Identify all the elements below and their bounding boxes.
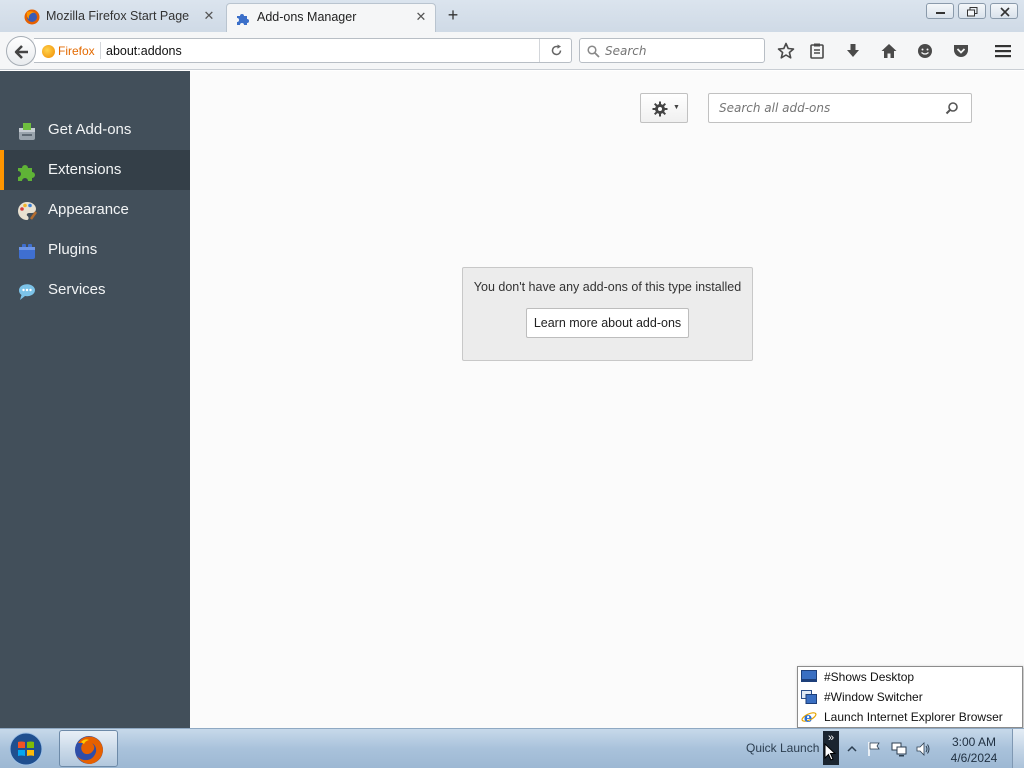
minimize-icon [936, 12, 945, 14]
addons-search-box[interactable] [708, 93, 972, 123]
clock-time: 3:00 AM [951, 735, 997, 749]
tab-addons-manager[interactable]: Add-ons Manager ✕ [226, 3, 436, 32]
firefox-icon [24, 9, 40, 25]
pocket-button[interactable] [951, 41, 971, 61]
downloads-button[interactable] [843, 41, 863, 61]
navigation-toolbar: Firefox about:addons [0, 32, 1024, 70]
url-bar[interactable]: Firefox about:addons [34, 38, 572, 63]
category-get-addons[interactable]: Get Add-ons [0, 110, 190, 150]
tab-label: Mozilla Firefox Start Page [46, 9, 190, 23]
mouse-cursor-icon [824, 743, 837, 761]
quick-launch-item-label: #Shows Desktop [824, 670, 915, 684]
tab-strip: Mozilla Firefox Start Page ✕ Add-ons Man… [0, 0, 1024, 32]
restore-button[interactable] [958, 3, 986, 19]
bookmarks-menu-button[interactable] [807, 41, 827, 61]
tab-firefox-start-page[interactable]: Mozilla Firefox Start Page ✕ [0, 3, 226, 30]
extensions-puzzle-icon [18, 165, 35, 181]
quick-launch-menu: #Shows Desktop #Window Switcher e Launch… [797, 666, 1023, 728]
firefox-identity-icon [42, 44, 55, 58]
category-label: Services [48, 281, 106, 298]
search-input[interactable] [605, 42, 755, 59]
quick-launch-item-window-switcher[interactable]: #Window Switcher [798, 687, 1022, 707]
plugins-brick-icon [19, 244, 35, 259]
puzzle-piece-icon [237, 14, 249, 25]
firefox-icon [75, 736, 103, 764]
reload-icon [551, 44, 562, 56]
category-label: Appearance [48, 201, 129, 218]
action-center-flag-icon[interactable] [866, 741, 882, 757]
taskbar-firefox-button[interactable] [59, 730, 118, 767]
close-tab-icon[interactable]: ✕ [202, 9, 216, 23]
svg-text:e: e [804, 711, 812, 724]
close-icon [1000, 7, 1010, 17]
clipboard-icon [810, 43, 824, 59]
bookmark-star-button[interactable] [776, 41, 796, 61]
addons-search-input[interactable] [719, 100, 939, 116]
category-label: Get Add-ons [48, 121, 132, 138]
quick-launch-item-label: Launch Internet Explorer Browser [824, 710, 1003, 724]
hamburger-menu-icon [995, 45, 1011, 58]
category-services[interactable]: Services [0, 270, 190, 310]
clock-date: 4/6/2024 [950, 751, 998, 765]
quick-launch-chevron-button[interactable]: » [823, 731, 839, 765]
network-icon[interactable] [891, 741, 907, 757]
quick-launch-toolbar-label: Quick Launch [746, 741, 820, 755]
new-tab-button[interactable]: + [444, 6, 462, 24]
category-appearance[interactable]: Appearance [0, 190, 190, 230]
magnifier-icon [587, 45, 600, 58]
empty-notice-text: You don't have any add-ons of this type … [473, 280, 742, 294]
internet-explorer-icon: e [801, 711, 817, 724]
windows-start-orb-icon [9, 732, 43, 766]
identity-separator [100, 42, 101, 59]
show-hidden-icons-arrow-icon[interactable] [844, 741, 860, 757]
close-tab-icon[interactable]: ✕ [414, 10, 428, 24]
category-extensions[interactable]: Extensions [0, 150, 190, 190]
back-button[interactable] [6, 36, 36, 66]
show-desktop-button[interactable] [1012, 729, 1024, 768]
pocket-icon [954, 45, 968, 57]
identity-label: Firefox [58, 44, 95, 58]
category-label: Plugins [48, 241, 98, 258]
services-bubble-icon [18, 284, 35, 300]
tab-label: Add-ons Manager [257, 10, 357, 24]
tools-gear-button[interactable]: ▼ [640, 93, 688, 123]
close-window-button[interactable] [990, 3, 1018, 19]
volume-speaker-icon[interactable] [915, 741, 931, 757]
learn-more-button[interactable]: Learn more about add-ons [526, 308, 689, 338]
search-icon[interactable] [945, 101, 959, 115]
home-button[interactable] [879, 41, 899, 61]
start-button[interactable] [6, 731, 46, 767]
get-addons-icon [19, 123, 35, 140]
addons-categories-sidebar: Get Add-ons Extensions Appearance Plugin… [0, 71, 190, 728]
hello-button[interactable] [915, 41, 935, 61]
smiley-chat-icon [918, 44, 932, 58]
home-icon [881, 44, 897, 58]
addons-main-pane: ▼ You don't have any add-ons of this typ… [190, 71, 1024, 728]
category-label: Extensions [48, 161, 122, 178]
desktop-icon [801, 670, 817, 682]
empty-list-notice: You don't have any add-ons of this type … [462, 267, 753, 361]
open-menu-button[interactable] [993, 41, 1013, 61]
quick-launch-item-internet-explorer[interactable]: e Launch Internet Explorer Browser [798, 707, 1022, 727]
back-arrow-icon [14, 45, 28, 59]
gear-icon [652, 101, 668, 117]
download-arrow-icon [847, 44, 859, 57]
appearance-palette-icon [18, 202, 38, 220]
search-bar[interactable] [579, 38, 765, 63]
taskbar: Quick Launch » 3:00 AM 4/6/2024 [0, 728, 1024, 768]
restore-icon [967, 7, 978, 17]
category-plugins[interactable]: Plugins [0, 230, 190, 270]
quick-launch-item-label: #Window Switcher [824, 690, 923, 704]
star-icon [777, 42, 795, 59]
minimize-button[interactable] [926, 3, 954, 19]
window-switcher-icon [801, 690, 817, 704]
identity-box[interactable]: Firefox [42, 44, 95, 58]
url-text[interactable]: about:addons [106, 44, 182, 58]
reload-button[interactable] [539, 39, 571, 62]
chevron-down-icon: ▼ [673, 104, 680, 111]
system-clock[interactable]: 3:00 AM 4/6/2024 [944, 734, 1004, 766]
quick-launch-item-show-desktop[interactable]: #Shows Desktop [798, 667, 1022, 687]
